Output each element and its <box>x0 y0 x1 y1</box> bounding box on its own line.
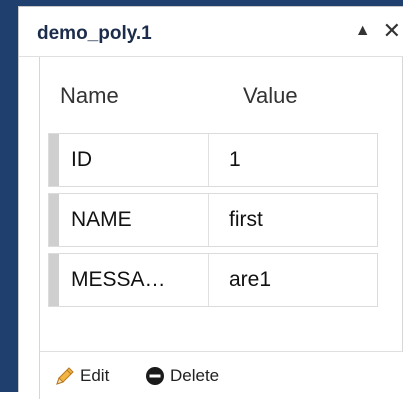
popup-title-bar: demo_poly.1 ▲ ✕ <box>19 7 403 57</box>
map-background-left <box>0 0 18 392</box>
table-row[interactable]: NAME first <box>48 193 378 247</box>
column-header-value: Value <box>243 83 298 108</box>
table-row[interactable]: MESSA… are1 <box>48 253 378 307</box>
attribute-table-header: Name Value <box>60 83 380 113</box>
attribute-name: ID <box>71 148 92 171</box>
attribute-name: NAME <box>71 208 132 231</box>
attribute-value: 1 <box>229 148 241 171</box>
popup-controls: ▲ ✕ <box>355 20 401 42</box>
attribute-name: MESSA… <box>71 268 166 291</box>
row-handle <box>49 254 59 306</box>
minus-circle-icon <box>146 367 164 385</box>
close-icon[interactable]: ✕ <box>383 20 401 42</box>
attribute-table: ID 1 NAME first MESSA… are1 <box>48 133 378 313</box>
cell-divider <box>208 194 209 246</box>
popup-title: demo_poly.1 <box>37 23 152 44</box>
delete-label: Delete <box>170 366 220 385</box>
column-header-name: Name <box>60 83 119 108</box>
table-row[interactable]: ID 1 <box>48 133 378 187</box>
pencil-icon <box>56 367 74 385</box>
edit-label: Edit <box>80 366 110 385</box>
attribute-panel: Name Value ID 1 NAME first MESSA… are1 <box>39 57 403 352</box>
delete-button[interactable]: Delete <box>144 365 219 387</box>
cell-divider <box>208 134 209 186</box>
row-handle <box>49 134 59 186</box>
edit-button[interactable]: Edit <box>54 365 109 387</box>
row-handle <box>49 194 59 246</box>
collapse-icon[interactable]: ▲ <box>355 23 371 39</box>
cell-divider <box>208 254 209 306</box>
feature-popup: demo_poly.1 ▲ ✕ Name Value ID 1 NAME fir… <box>18 6 403 399</box>
attribute-value: first <box>229 208 263 231</box>
attribute-value: are1 <box>229 268 272 291</box>
